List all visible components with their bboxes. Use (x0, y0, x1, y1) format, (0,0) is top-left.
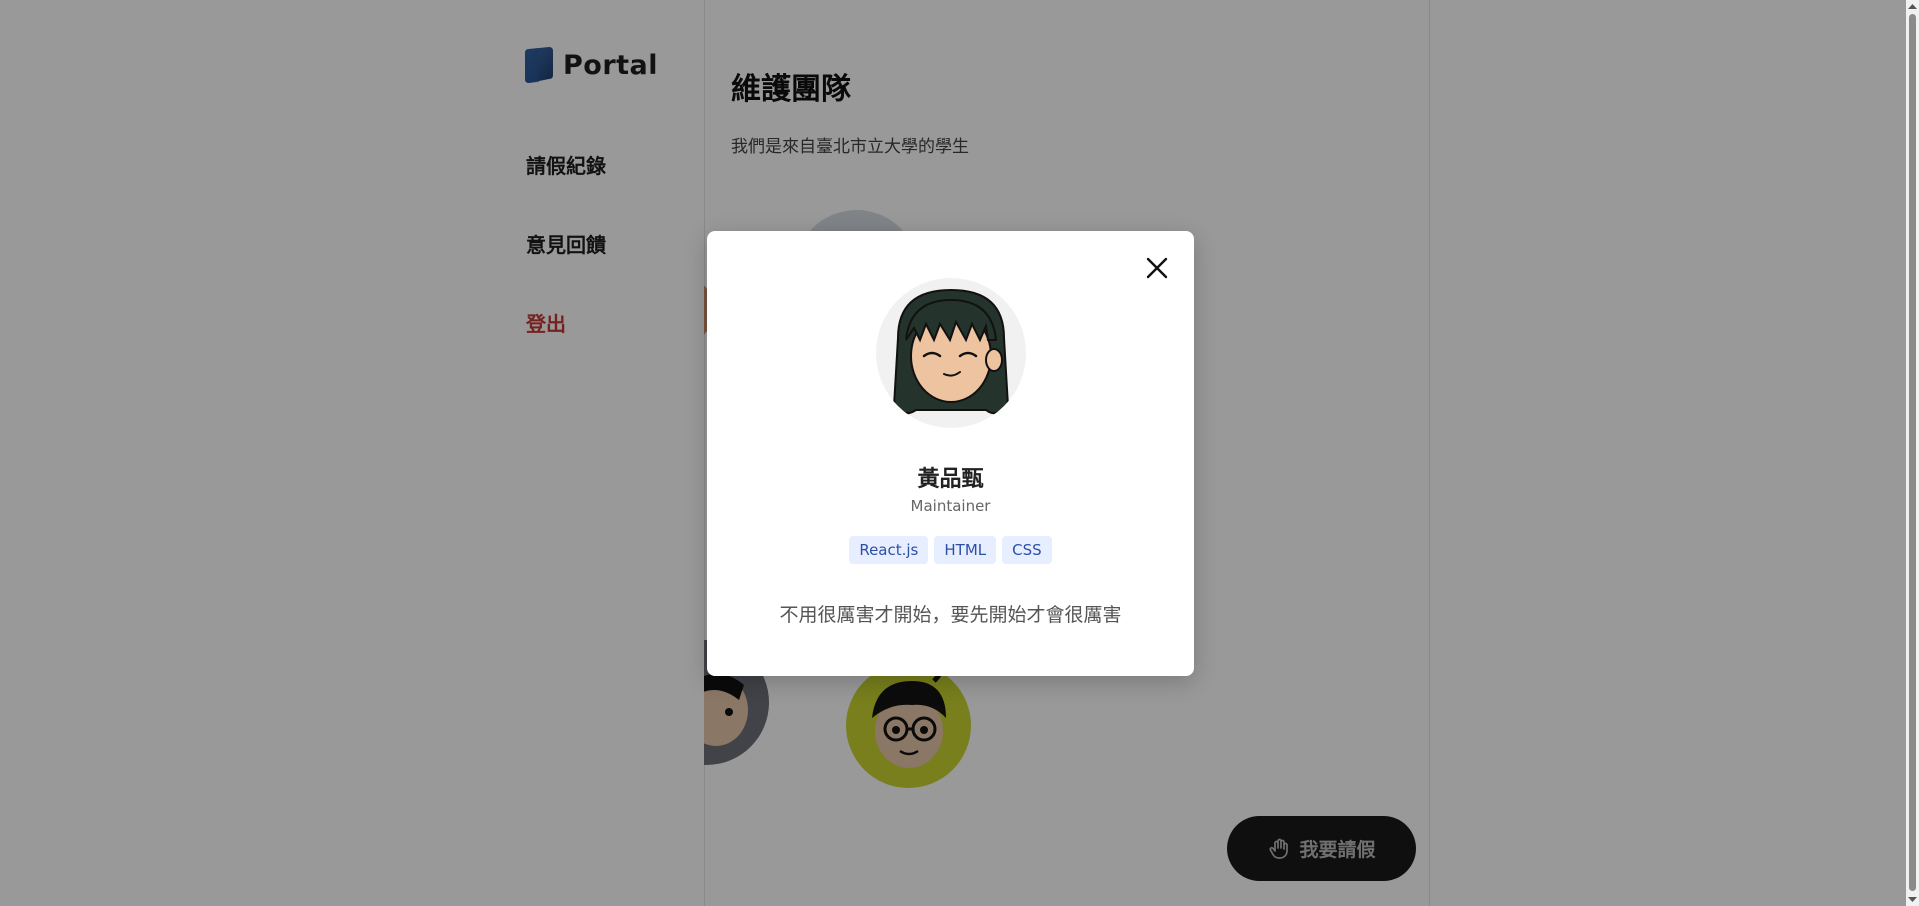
scroll-down-icon[interactable] (1908, 895, 1917, 904)
member-avatar (876, 278, 1026, 428)
close-icon[interactable] (1144, 255, 1170, 281)
scroll-up-icon[interactable] (1908, 2, 1917, 11)
skill-tag: CSS (1002, 536, 1052, 564)
skill-tags: React.js HTML CSS (707, 536, 1194, 564)
page-scrollbar[interactable] (1906, 0, 1919, 906)
member-quote: 不用很厲害才開始，要先開始才會很厲害 (779, 604, 1122, 626)
member-detail-modal: 黃品甄 Maintainer React.js HTML CSS 不用很厲害才開… (707, 231, 1194, 676)
member-role: Maintainer (910, 497, 991, 515)
avatar-illustration (892, 288, 1010, 415)
skill-tag: HTML (934, 536, 997, 564)
skill-tag: React.js (849, 536, 929, 564)
scrollbar-thumb[interactable] (1909, 14, 1916, 891)
member-name: 黃品甄 (917, 467, 984, 492)
